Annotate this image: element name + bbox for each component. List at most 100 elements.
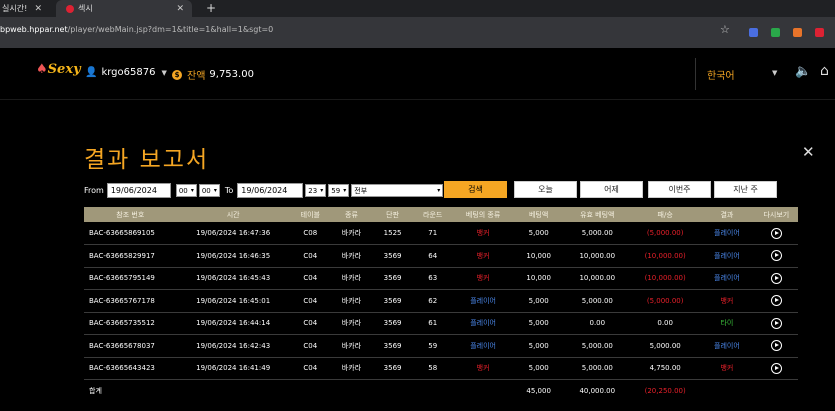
to-minute-select[interactable]: 59 ▾ bbox=[328, 184, 350, 197]
to-label: To bbox=[224, 186, 234, 195]
bet-cell: 10,000 bbox=[526, 251, 551, 260]
bet-cell: 10,000 bbox=[526, 274, 551, 283]
play-icon[interactable] bbox=[770, 227, 782, 239]
search-button[interactable]: 검색 bbox=[444, 181, 507, 198]
page-title: 결과 보고서 bbox=[84, 147, 210, 173]
ref-cell: BAC-63665678037 bbox=[89, 341, 155, 350]
winloss-cell: (5,000.00) bbox=[646, 229, 684, 237]
extension-icon[interactable] bbox=[815, 28, 824, 37]
winloss-cell: 5,000.00 bbox=[649, 341, 681, 350]
col-kind: 종류 bbox=[345, 210, 358, 219]
bet-cell: 5,000 bbox=[528, 341, 549, 350]
table-header-row: 참조 번호 시간 테이블 종류 단판 라운드 베팅의 종류 베팅액 유효 베팅액… bbox=[84, 207, 798, 222]
valid-cell: 5,000.00 bbox=[581, 364, 613, 373]
bet-type-cell: 뱅커 bbox=[476, 364, 490, 373]
time-cell: 19/06/2024 16:46:35 bbox=[196, 251, 271, 260]
ref-cell: BAC-63665735512 bbox=[89, 319, 155, 328]
play-icon[interactable] bbox=[770, 272, 782, 284]
bookmark-star-icon[interactable]: ☆ bbox=[720, 23, 730, 36]
balance-label: 잔액 bbox=[187, 71, 206, 82]
kind-cell: 바카라 bbox=[341, 296, 362, 305]
user-icon: 👤 bbox=[85, 67, 98, 78]
extension-icon[interactable] bbox=[771, 28, 780, 37]
app-header: ♠Sexy 👤 krgo65876 ▼ $ 잔액 9,753.00 한국어 ▼ … bbox=[0, 48, 835, 100]
user-menu[interactable]: 👤 krgo65876 ▼ bbox=[85, 67, 167, 78]
extension-icon[interactable] bbox=[749, 28, 758, 37]
round-cell: 58 bbox=[428, 364, 438, 373]
play-icon[interactable] bbox=[770, 340, 782, 352]
this-week-button[interactable]: 이번주 bbox=[648, 181, 711, 198]
ref-cell: BAC-63665795149 bbox=[89, 274, 155, 283]
col-result: 결과 bbox=[720, 210, 734, 219]
to-hour-select[interactable]: 23 ▾ bbox=[305, 184, 327, 197]
chevron-down-icon: ▼ bbox=[161, 68, 167, 77]
coin-icon: $ bbox=[172, 69, 182, 80]
bet-type-cell: 뱅커 bbox=[476, 251, 490, 260]
result-table: 참조 번호 시간 테이블 종류 단판 라운드 베팅의 종류 베팅액 유효 베팅액… bbox=[84, 207, 798, 402]
play-icon[interactable] bbox=[770, 250, 782, 262]
to-date-input[interactable]: 19/06/2024 bbox=[237, 183, 304, 198]
kind-cell: 바카라 bbox=[341, 251, 362, 260]
replay-cell bbox=[755, 335, 798, 358]
from-date-input[interactable]: 19/06/2024 bbox=[106, 183, 171, 198]
ref-cell: BAC-63665869105 bbox=[89, 229, 155, 237]
from-minute-select[interactable]: 00 ▾ bbox=[198, 184, 220, 197]
shoe-cell: 3569 bbox=[383, 319, 402, 328]
winloss-cell: (10,000.00) bbox=[644, 251, 686, 260]
play-icon[interactable] bbox=[770, 362, 782, 374]
balance-value: 9,753.00 bbox=[209, 69, 254, 80]
browser-tab-2[interactable]: 섹시 ✕ bbox=[56, 0, 192, 17]
new-tab-icon[interactable]: + bbox=[206, 1, 216, 15]
home-icon[interactable]: ⌂ bbox=[820, 63, 829, 79]
bet-type-cell: 플레이어 bbox=[470, 296, 496, 305]
table-cell: C04 bbox=[303, 274, 318, 283]
tab-label: 섹시 bbox=[78, 4, 93, 13]
round-cell: 63 bbox=[428, 274, 438, 283]
username: krgo65876 bbox=[101, 67, 156, 78]
extension-icon[interactable] bbox=[793, 28, 802, 37]
kind-cell: 바카라 bbox=[341, 229, 362, 237]
col-valid: 유효 베팅액 bbox=[580, 210, 615, 219]
table-cell: C04 bbox=[303, 319, 318, 328]
bet-cell: 5,000 bbox=[528, 364, 549, 373]
chevron-down-icon[interactable]: ▼ bbox=[772, 69, 777, 77]
play-icon[interactable] bbox=[770, 295, 782, 307]
kind-cell: 바카라 bbox=[341, 341, 362, 350]
valid-cell: 10,000.00 bbox=[579, 274, 616, 283]
bet-cell: 5,000 bbox=[528, 319, 549, 328]
ref-cell: BAC-63665767178 bbox=[89, 296, 155, 305]
result-cell: 플레이어 bbox=[714, 274, 740, 283]
table-row: BAC-63665678037 19/06/2024 16:42:43 C04 … bbox=[84, 335, 798, 358]
close-tab-icon[interactable]: ✕ bbox=[34, 4, 42, 14]
table-cell: C04 bbox=[303, 251, 318, 260]
today-button[interactable]: 오늘 bbox=[514, 181, 577, 198]
volume-icon[interactable]: 🔈 bbox=[795, 64, 811, 79]
kind-cell: 바카라 bbox=[341, 274, 362, 283]
close-icon[interactable]: ✕ bbox=[802, 143, 815, 161]
col-ref: 참조 번호 bbox=[116, 210, 145, 219]
shoe-cell: 3569 bbox=[383, 296, 402, 305]
shoe-cell: 1525 bbox=[383, 229, 402, 237]
replay-cell bbox=[755, 357, 798, 380]
table-cell: C04 bbox=[303, 341, 318, 350]
from-label: From bbox=[84, 186, 104, 195]
result-cell: 뱅커 bbox=[720, 296, 734, 305]
time-cell: 19/06/2024 16:45:01 bbox=[196, 296, 271, 305]
valid-cell: 0.00 bbox=[589, 319, 606, 328]
bet-type-select[interactable]: 전부 ▾ bbox=[351, 184, 444, 197]
bet-cell: 5,000 bbox=[528, 229, 549, 237]
shoe-cell: 3569 bbox=[383, 274, 402, 283]
favicon-icon bbox=[66, 4, 74, 13]
yesterday-button[interactable]: 어제 bbox=[580, 181, 643, 198]
last-week-button[interactable]: 지난 주 bbox=[714, 181, 777, 198]
from-hour-select[interactable]: 00 ▾ bbox=[175, 184, 197, 197]
valid-cell: 5,000.00 bbox=[581, 229, 613, 237]
browser-tab-1[interactable]: 실시간! ✕ bbox=[0, 0, 48, 17]
close-tab-icon[interactable]: ✕ bbox=[176, 4, 184, 14]
ref-cell: BAC-63665829917 bbox=[89, 251, 155, 260]
col-shoe: 단판 bbox=[386, 210, 400, 219]
language-select[interactable]: 한국어 bbox=[707, 67, 735, 82]
play-icon[interactable] bbox=[770, 317, 782, 329]
browser-address-bar: bpweb.hppar.net/player/webMain.jsp?dm=1&… bbox=[0, 17, 835, 48]
url-field[interactable]: bpweb.hppar.net/player/webMain.jsp?dm=1&… bbox=[0, 25, 273, 34]
